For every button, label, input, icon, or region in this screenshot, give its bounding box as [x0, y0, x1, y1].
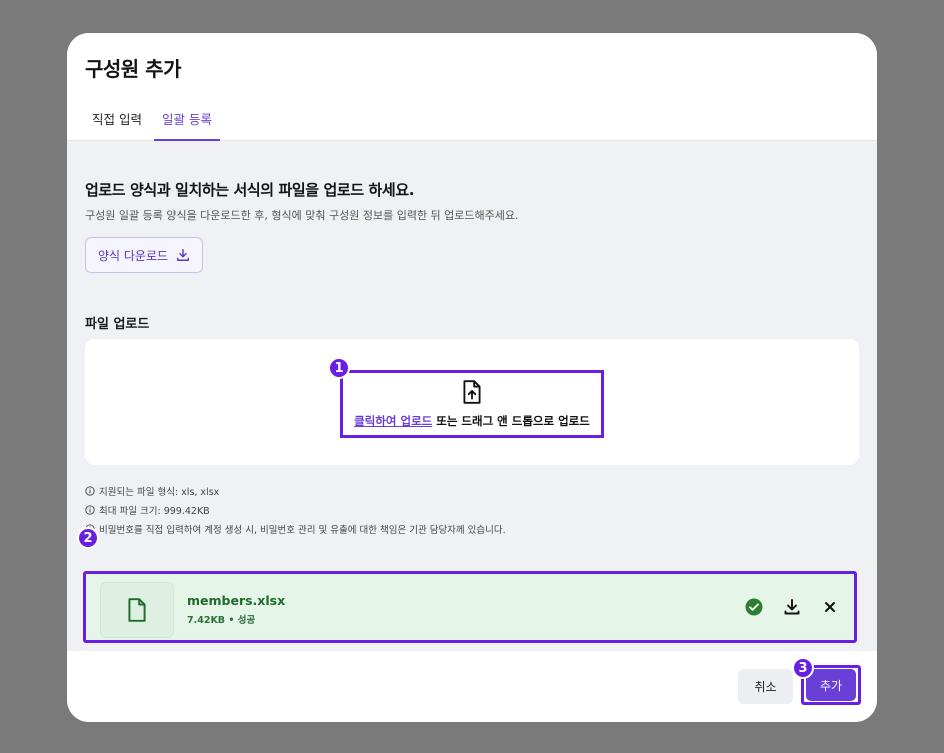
drag-drop-text: 또는 드래그 앤 드롭으로 업로드: [432, 414, 590, 428]
file-thumbnail: [100, 582, 174, 638]
cancel-button[interactable]: 취소: [738, 669, 793, 704]
annotation-badge-3: 3: [792, 657, 814, 679]
section-description: 구성원 일괄 등록 양식을 다운로드한 후, 형식에 맞춰 구성원 정보를 입력…: [85, 209, 519, 222]
file-upload-label: 파일 업로드: [85, 317, 150, 332]
dropzone-target[interactable]: 클릭하여 업로드 또는 드래그 앤 드롭으로 업로드: [340, 370, 604, 438]
upload-info-list: 지원되는 파일 형식: xls, xlsx 최대 파일 크기: 999.42KB…: [85, 481, 506, 538]
download-icon: [784, 599, 800, 615]
add-button[interactable]: 추가: [806, 669, 856, 701]
download-template-label: 양식 다운로드: [97, 248, 169, 263]
modal-footer: 취소 추가: [67, 651, 877, 722]
tab-direct-input[interactable]: 직접 입력: [84, 107, 150, 140]
section-heading: 업로드 양식과 일치하는 서식의 파일을 업로드 하세요.: [85, 181, 415, 199]
file-meta: 7.42KB • 성공: [187, 615, 256, 626]
annotation-badge-1: 1: [328, 357, 350, 379]
tab-bulk-register[interactable]: 일괄 등록: [153, 107, 220, 141]
info-item: 최대 파일 크기: 999.42KB: [85, 500, 506, 519]
add-member-modal: 구성원 추가 직접 입력 일괄 등록 업로드 양식과 일치하는 서식의 파일을 …: [67, 33, 877, 722]
modal-header: 구성원 추가 직접 입력 일괄 등록: [67, 33, 877, 141]
info-item: 지원되는 파일 형식: xls, xlsx: [85, 481, 506, 500]
info-text: 최대 파일 크기: 999.42KB: [99, 505, 210, 517]
success-check-icon: [744, 597, 764, 617]
info-text: 비밀번호를 직접 입력하여 계정 생성 시, 비밀번호 관리 및 유출에 대한 …: [99, 524, 506, 536]
modal-body: 업로드 양식과 일치하는 서식의 파일을 업로드 하세요. 구성원 일괄 등록 …: [67, 141, 877, 651]
info-icon: [85, 504, 95, 515]
info-item: 비밀번호를 직접 입력하여 계정 생성 시, 비밀번호 관리 및 유출에 대한 …: [85, 519, 506, 538]
file-remove-button[interactable]: [820, 597, 840, 617]
uploaded-file-card: members.xlsx 7.42KB • 성공: [83, 571, 857, 643]
annotation-badge-2: 2: [77, 527, 99, 549]
file-name: members.xlsx: [187, 593, 286, 608]
file-upload-icon: [463, 380, 481, 404]
download-template-button[interactable]: 양식 다운로드: [85, 237, 203, 273]
file-download-button[interactable]: [782, 597, 802, 617]
modal-title: 구성원 추가: [85, 57, 181, 81]
download-icon: [177, 249, 189, 261]
file-dropzone[interactable]: 클릭하여 업로드 또는 드래그 앤 드롭으로 업로드: [85, 339, 859, 465]
close-icon: [825, 602, 835, 612]
dropzone-text: 클릭하여 업로드 또는 드래그 앤 드롭으로 업로드: [354, 413, 590, 429]
click-to-upload-link[interactable]: 클릭하여 업로드: [354, 414, 432, 428]
file-icon: [128, 598, 146, 622]
tab-bar: 직접 입력 일괄 등록: [84, 107, 220, 141]
info-text: 지원되는 파일 형식: xls, xlsx: [99, 486, 220, 498]
info-icon: [85, 485, 95, 496]
file-actions: [744, 597, 840, 617]
